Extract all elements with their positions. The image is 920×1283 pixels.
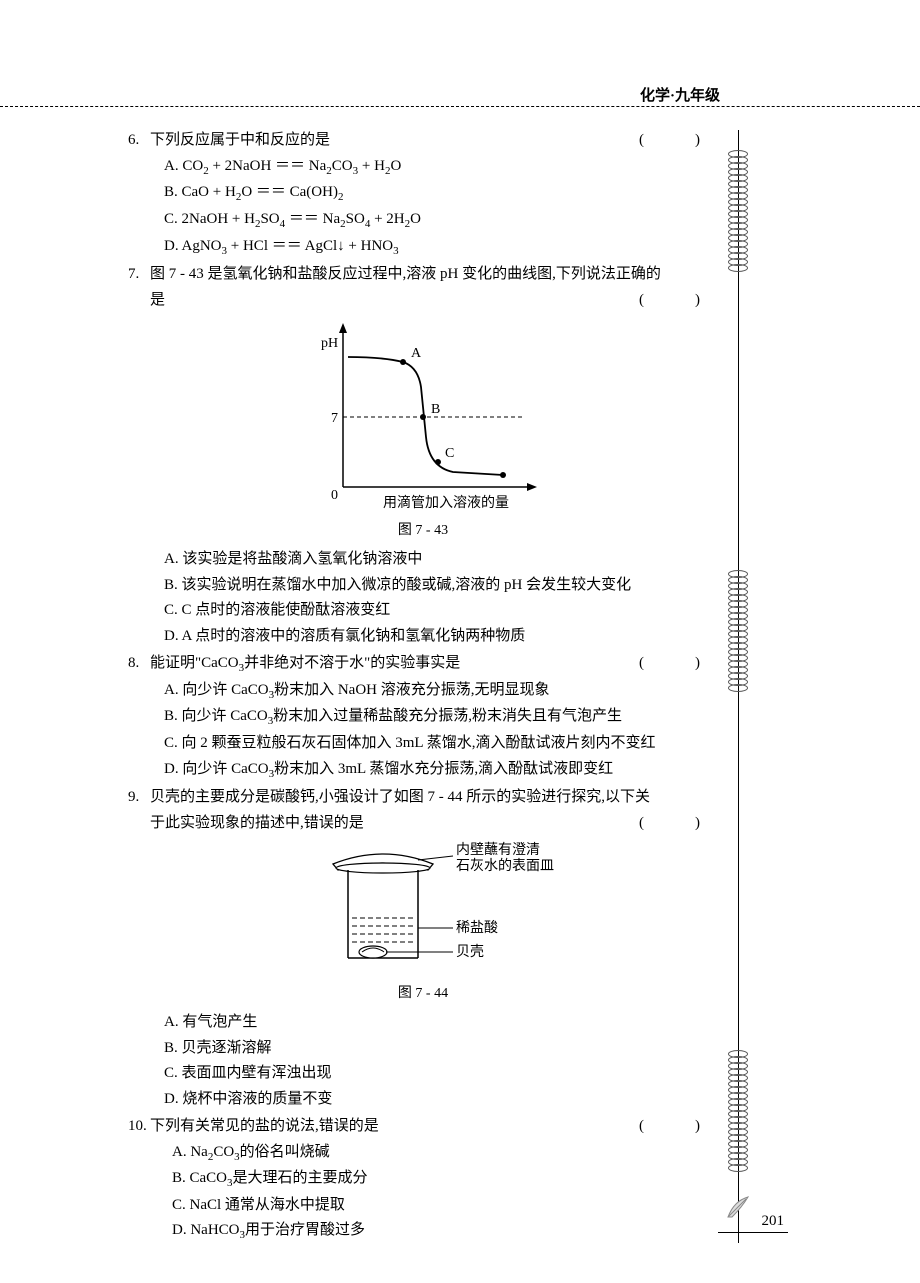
- q7-stem-line1: 7. 图 7 - 43 是氢氧化钠和盐酸反应过程中,溶液 pH 变化的曲线图,下…: [128, 262, 718, 288]
- origin-label: 0: [331, 488, 338, 503]
- q9-number: 9.: [128, 785, 139, 811]
- q6-stem: 6. 下列反应属于中和反应的是 ( ): [128, 128, 718, 154]
- q8-options: A. 向少许 CaCO3粉末加入 NaOH 溶液充分振荡,无明显现象 B. 向少…: [128, 678, 718, 784]
- page-number-badge: 201: [718, 1193, 788, 1233]
- q8-text: 能证明"CaCO3并非绝对不溶于水"的实验事实是: [150, 655, 460, 671]
- subject-grade: 化学·九年级: [640, 88, 720, 104]
- q6-option-d: D. AgNO3 + HCl ＝＝ AgCl↓ + HNO3: [164, 234, 718, 261]
- shell-label: 贝壳: [456, 943, 484, 960]
- q9-text2: 于此实验现象的描述中,错误的是: [150, 815, 364, 831]
- ph-curve-chart: pH 7 0 A B C 用滴管加入溶液的量: [293, 317, 553, 517]
- q9-option-c: C. 表面皿内壁有浑浊出现: [164, 1061, 718, 1087]
- page-content: 6. 下列反应属于中和反应的是 ( ) A. CO2 + 2NaOH ＝＝ Na…: [128, 128, 718, 1247]
- q8-option-d: D. 向少许 CaCO3粉末加入 3mL 蒸馏水充分振荡,滴入酚酞试液即变红: [164, 757, 718, 784]
- q7-option-a: A. 该实验是将盐酸滴入氢氧化钠溶液中: [164, 547, 718, 573]
- q6-option-a: A. CO2 + 2NaOH ＝＝ Na2CO3 + H2O: [164, 154, 718, 181]
- q6-options: A. CO2 + 2NaOH ＝＝ Na2CO3 + H2O B. CaO + …: [128, 154, 718, 261]
- point-b-label: B: [431, 402, 440, 417]
- q10-option-d: D. NaHCO3用于治疗胃酸过多: [172, 1218, 718, 1245]
- q10-stem: 10. 下列有关常见的盐的说法,错误的是 ( ): [128, 1114, 718, 1140]
- q10-number: 10.: [128, 1114, 147, 1140]
- point-c-label: C: [445, 446, 454, 461]
- spiral-binding-decoration: [724, 130, 754, 1243]
- y-axis-label: pH: [321, 336, 338, 351]
- q9-options: A. 有气泡产生 B. 贝壳逐渐溶解 C. 表面皿内壁有浑浊出现 D. 烧杯中溶…: [128, 1010, 718, 1112]
- q7-text2: 是: [150, 292, 165, 308]
- q10-option-b: B. CaCO3是大理石的主要成分: [172, 1166, 718, 1193]
- point-a-label: A: [411, 346, 422, 361]
- figure-7-43-caption: 图 7 - 43: [128, 519, 718, 543]
- q7-option-d: D. A 点时的溶液中的溶质有氯化钠和氢氧化钠两种物质: [164, 624, 718, 650]
- figure-7-44: 内壁蘸有澄清 石灰水的表面皿 稀盐酸 贝壳: [128, 840, 718, 980]
- page-number: 201: [762, 1209, 785, 1235]
- question-8: 8. 能证明"CaCO3并非绝对不溶于水"的实验事实是 ( ) A. 向少许 C…: [128, 651, 718, 783]
- q9-stem-line2: 于此实验现象的描述中,错误的是 ( ): [128, 811, 718, 837]
- q6-answer-blank[interactable]: ( ): [639, 128, 718, 154]
- question-10: 10. 下列有关常见的盐的说法,错误的是 ( ) A. Na2CO3的俗名叫烧碱…: [128, 1114, 718, 1245]
- beaker-diagram: 内壁蘸有澄清 石灰水的表面皿 稀盐酸 贝壳: [278, 840, 568, 980]
- q9-option-b: B. 贝壳逐渐溶解: [164, 1036, 718, 1062]
- q7-option-c: C. C 点时的溶液能使酚酞溶液变红: [164, 598, 718, 624]
- y-tick-7: 7: [331, 411, 338, 426]
- q9-option-a: A. 有气泡产生: [164, 1010, 718, 1036]
- q6-option-c: C. 2NaOH + H2SO4 ＝＝ Na2SO4 + 2H2O: [164, 207, 718, 234]
- coil-group-2: [724, 570, 754, 690]
- q9-stem-line1: 9. 贝壳的主要成分是碳酸钙,小强设计了如图 7 - 44 所示的实验进行探究,…: [128, 785, 718, 811]
- feather-icon: [724, 1193, 754, 1221]
- q7-options: A. 该实验是将盐酸滴入氢氧化钠溶液中 B. 该实验说明在蒸馏水中加入微凉的酸或…: [128, 547, 718, 649]
- q6-option-b: B. CaO + H2O ＝＝ Ca(OH)2: [164, 180, 718, 207]
- dish-label-1: 内壁蘸有澄清: [456, 842, 540, 858]
- q8-number: 8.: [128, 651, 139, 677]
- q10-option-a: A. Na2CO3的俗名叫烧碱: [172, 1140, 718, 1167]
- q6-text: 下列反应属于中和反应的是: [150, 132, 330, 148]
- q8-stem: 8. 能证明"CaCO3并非绝对不溶于水"的实验事实是 ( ): [128, 651, 718, 678]
- q7-number: 7.: [128, 262, 139, 288]
- dish-label-2: 石灰水的表面皿: [456, 858, 554, 874]
- q8-answer-blank[interactable]: ( ): [639, 651, 718, 677]
- question-9: 9. 贝壳的主要成分是碳酸钙,小强设计了如图 7 - 44 所示的实验进行探究,…: [128, 785, 718, 1112]
- q8-option-c: C. 向 2 颗蚕豆粒般石灰石固体加入 3mL 蒸馏水,滴入酚酞试液片刻内不变红: [164, 731, 718, 757]
- q10-options: A. Na2CO3的俗名叫烧碱 B. CaCO3是大理石的主要成分 C. NaC…: [128, 1140, 718, 1246]
- coil-group-1: [724, 150, 754, 270]
- acid-label: 稀盐酸: [456, 920, 498, 936]
- coil-group-3: [724, 1050, 754, 1170]
- q7-option-b: B. 该实验说明在蒸馏水中加入微凉的酸或碱,溶液的 pH 会发生较大变化: [164, 573, 718, 599]
- q6-number: 6.: [128, 128, 139, 154]
- question-6: 6. 下列反应属于中和反应的是 ( ) A. CO2 + 2NaOH ＝＝ Na…: [128, 128, 718, 260]
- q7-stem-line2: 是 ( ): [128, 288, 718, 314]
- q10-text: 下列有关常见的盐的说法,错误的是: [150, 1118, 379, 1134]
- x-axis-label: 用滴管加入溶液的量: [383, 494, 509, 511]
- question-7: 7. 图 7 - 43 是氢氧化钠和盐酸反应过程中,溶液 pH 变化的曲线图,下…: [128, 262, 718, 649]
- q9-answer-blank[interactable]: ( ): [639, 811, 718, 837]
- q9-text1: 贝壳的主要成分是碳酸钙,小强设计了如图 7 - 44 所示的实验进行探究,以下关: [150, 789, 650, 805]
- figure-7-44-caption: 图 7 - 44: [128, 982, 718, 1006]
- q7-text1: 图 7 - 43 是氢氧化钠和盐酸反应过程中,溶液 pH 变化的曲线图,下列说法…: [150, 266, 661, 282]
- figure-7-43: pH 7 0 A B C 用滴管加入溶液的量: [128, 317, 718, 517]
- q8-option-a: A. 向少许 CaCO3粉末加入 NaOH 溶液充分振荡,无明显现象: [164, 678, 718, 705]
- q7-answer-blank[interactable]: ( ): [639, 288, 718, 314]
- q9-option-d: D. 烧杯中溶液的质量不变: [164, 1087, 718, 1113]
- q8-option-b: B. 向少许 CaCO3粉末加入过量稀盐酸充分振荡,粉末消失且有气泡产生: [164, 704, 718, 731]
- q10-answer-blank[interactable]: ( ): [639, 1114, 718, 1140]
- q10-option-c: C. NaCl 通常从海水中提取: [172, 1193, 718, 1219]
- header-divider: [0, 106, 920, 107]
